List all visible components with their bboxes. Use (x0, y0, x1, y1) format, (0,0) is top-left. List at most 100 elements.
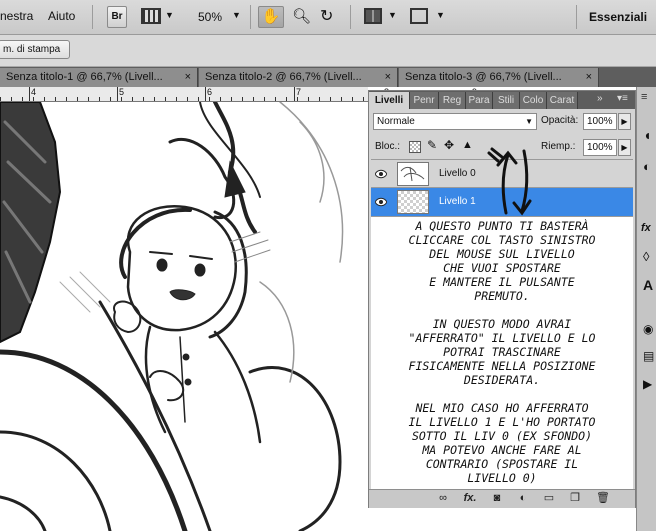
chevron-down-icon: ▼ (525, 117, 533, 126)
layers-panel: Livelli Penr Reg Para Stili Colo Carat »… (368, 90, 636, 508)
fill-label: Riemp.: (541, 141, 576, 152)
link-layers-icon[interactable]: ∞ (435, 492, 451, 505)
note-line: CLICCARE COL TASTO SINISTRO (408, 233, 596, 247)
drag-arrows-annotation (487, 147, 532, 216)
panel-menu-icon[interactable]: ≡ (641, 91, 647, 103)
ruler-label: 7 (296, 87, 302, 97)
chevron-down-icon[interactable]: ▼ (232, 10, 241, 20)
note-line: NEL MIO CASO HO AFFERRATO (415, 401, 589, 415)
layer-name[interactable]: Livello 0 (439, 168, 476, 179)
tab-label: Senza titolo-2 @ 66,7% (Livell... (205, 71, 362, 83)
lock-label: Bloc.: (375, 141, 401, 152)
menu-separator (250, 5, 251, 29)
menu-aiuto[interactable]: Aiuto (48, 9, 75, 23)
note-line: E MANTERE IL PULSANTE (429, 275, 575, 289)
panel-menu-icon[interactable]: ▾≡ (617, 93, 628, 104)
view-extras-icon[interactable] (141, 8, 161, 24)
history-icon[interactable]: ▤ (643, 349, 654, 363)
add-mask-icon[interactable]: ◙ (489, 492, 505, 505)
opacity-label: Opacità: (541, 115, 579, 126)
note-line: CHE VUOI SPOSTARE (443, 261, 561, 275)
adjustment-icon[interactable]: ◐ (643, 159, 651, 174)
adjustment-layer-icon[interactable]: ◐ (515, 492, 531, 505)
menu-bar: nestra Aiuto Br ▼ 50% ▼ ✋ 🔍︎ ↻ ▼ ▼ Essen… (0, 0, 656, 35)
zoom-tool-icon[interactable]: 🔍︎ (292, 7, 311, 25)
character-icon[interactable]: A (643, 277, 653, 293)
blend-mode-select[interactable]: Normale ▼ (373, 113, 537, 130)
ruler-label: 4 (31, 87, 37, 97)
new-layer-icon[interactable]: ❐ (567, 492, 583, 505)
screen-mode-icon[interactable] (410, 8, 428, 24)
opacity-slider-arrow-icon[interactable]: ▶ (618, 113, 631, 130)
tab-stili[interactable]: Stili (493, 92, 520, 109)
ruler-label: 5 (119, 87, 125, 97)
tab-registro[interactable]: Reg (439, 92, 466, 109)
note-line: FISICAMENTE NELLA POSIZIONE (408, 359, 596, 373)
menu-finestra[interactable]: nestra (0, 9, 33, 23)
lock-position-icon[interactable]: ✥ (444, 138, 454, 152)
tab-label: Senza titolo-3 @ 66,7% (Livell... (405, 71, 562, 83)
lock-all-icon[interactable]: ▲ (462, 139, 473, 151)
tool-strip: ≡ ◖ ◐ fx ◊ A ◉ ▤ ▶ (636, 87, 656, 531)
tab-pennelli[interactable]: Penr (410, 92, 439, 109)
sketch-artwork (0, 102, 344, 531)
tab-livelli[interactable]: Livelli (369, 92, 410, 109)
lock-pixels-icon[interactable]: ✎ (427, 138, 437, 152)
chevron-down-icon[interactable]: ▼ (388, 10, 397, 20)
double-chevron-icon[interactable]: » (597, 93, 603, 104)
tab-label: Senza titolo-1 @ 66,7% (Livell... (6, 71, 163, 83)
note-line: DEL MOUSE SUL LIVELLO (429, 247, 575, 261)
chevron-down-icon[interactable]: ▼ (165, 10, 174, 20)
menu-separator (92, 5, 93, 29)
note-line: IN QUESTO MODO AVRAI (432, 317, 572, 331)
workspace-switcher[interactable]: Essenziali (589, 10, 647, 24)
tab-document-1[interactable]: Senza titolo-1 @ 66,7% (Livell... × (0, 68, 198, 87)
tutorial-note: A QUESTO PUNTO TI BASTERÀ CLICCARE COL T… (371, 217, 633, 489)
visibility-eye-icon[interactable] (374, 169, 388, 179)
document-canvas[interactable] (0, 102, 368, 531)
fill-slider-arrow-icon[interactable]: ▶ (618, 139, 631, 156)
document-tab-bar: Senza titolo-1 @ 66,7% (Livell... × Senz… (0, 67, 656, 87)
tab-document-2[interactable]: Senza titolo-2 @ 66,7% (Livell... × (199, 68, 398, 87)
print-size-button[interactable]: m. di stampa (0, 40, 70, 59)
ruler-label: 6 (207, 87, 213, 97)
close-icon[interactable]: × (385, 68, 391, 87)
arrange-documents-icon[interactable] (364, 8, 382, 24)
tab-document-3[interactable]: Senza titolo-3 @ 66,7% (Livell... × (399, 68, 599, 87)
note-line: SOTTO IL LIV 0 (EX SFONDO) (411, 429, 592, 443)
note-line: IL LIVELLO 1 E L'HO PORTATO (408, 415, 596, 429)
trash-icon[interactable]: 🗑︎ (595, 492, 611, 505)
visibility-eye-icon[interactable] (374, 197, 388, 207)
zoom-level[interactable]: 50% (198, 10, 222, 24)
close-icon[interactable]: × (185, 68, 191, 87)
chevron-down-icon[interactable]: ▼ (436, 10, 445, 20)
horizontal-ruler: 4 5 6 7 8 9 (0, 87, 477, 102)
bridge-button[interactable]: Br (107, 6, 127, 28)
layer-name[interactable]: Livello 1 (439, 196, 476, 207)
tab-paragrafo[interactable]: Para (466, 92, 493, 109)
note-line: LIVELLO 0) (467, 471, 537, 485)
tab-carattere[interactable]: Carat (547, 92, 578, 109)
paths-icon[interactable]: ◊ (643, 249, 649, 264)
ruler-minor-ticks (0, 97, 368, 101)
fill-field[interactable]: 100% (583, 139, 617, 156)
blend-mode-value: Normale (377, 116, 415, 127)
layer-style-icon[interactable]: fx. (461, 492, 479, 505)
new-group-icon[interactable]: ▭ (541, 492, 557, 505)
menu-separator (576, 5, 577, 29)
close-icon[interactable]: × (586, 68, 592, 87)
brush-icon[interactable]: ◖ (643, 127, 651, 143)
hand-tool-icon[interactable]: ✋ (258, 6, 284, 28)
layer-thumbnail (397, 190, 429, 214)
rotate-view-icon[interactable]: ↻ (320, 6, 333, 26)
note-line: MA POTEVO ANCHE FARE AL (422, 443, 582, 457)
tab-colore[interactable]: Colo (520, 92, 547, 109)
styles-fx-icon[interactable]: fx (641, 222, 651, 234)
actions-icon[interactable]: ▶ (643, 377, 652, 391)
note-line: A QUESTO PUNTO TI BASTERÀ (415, 219, 589, 233)
lock-transparent-icon[interactable] (409, 141, 421, 153)
channels-icon[interactable]: ◉ (643, 322, 653, 336)
layer-thumbnail (397, 162, 429, 186)
opacity-field[interactable]: 100% (583, 113, 617, 130)
note-line: PREMUTO. (474, 289, 530, 303)
